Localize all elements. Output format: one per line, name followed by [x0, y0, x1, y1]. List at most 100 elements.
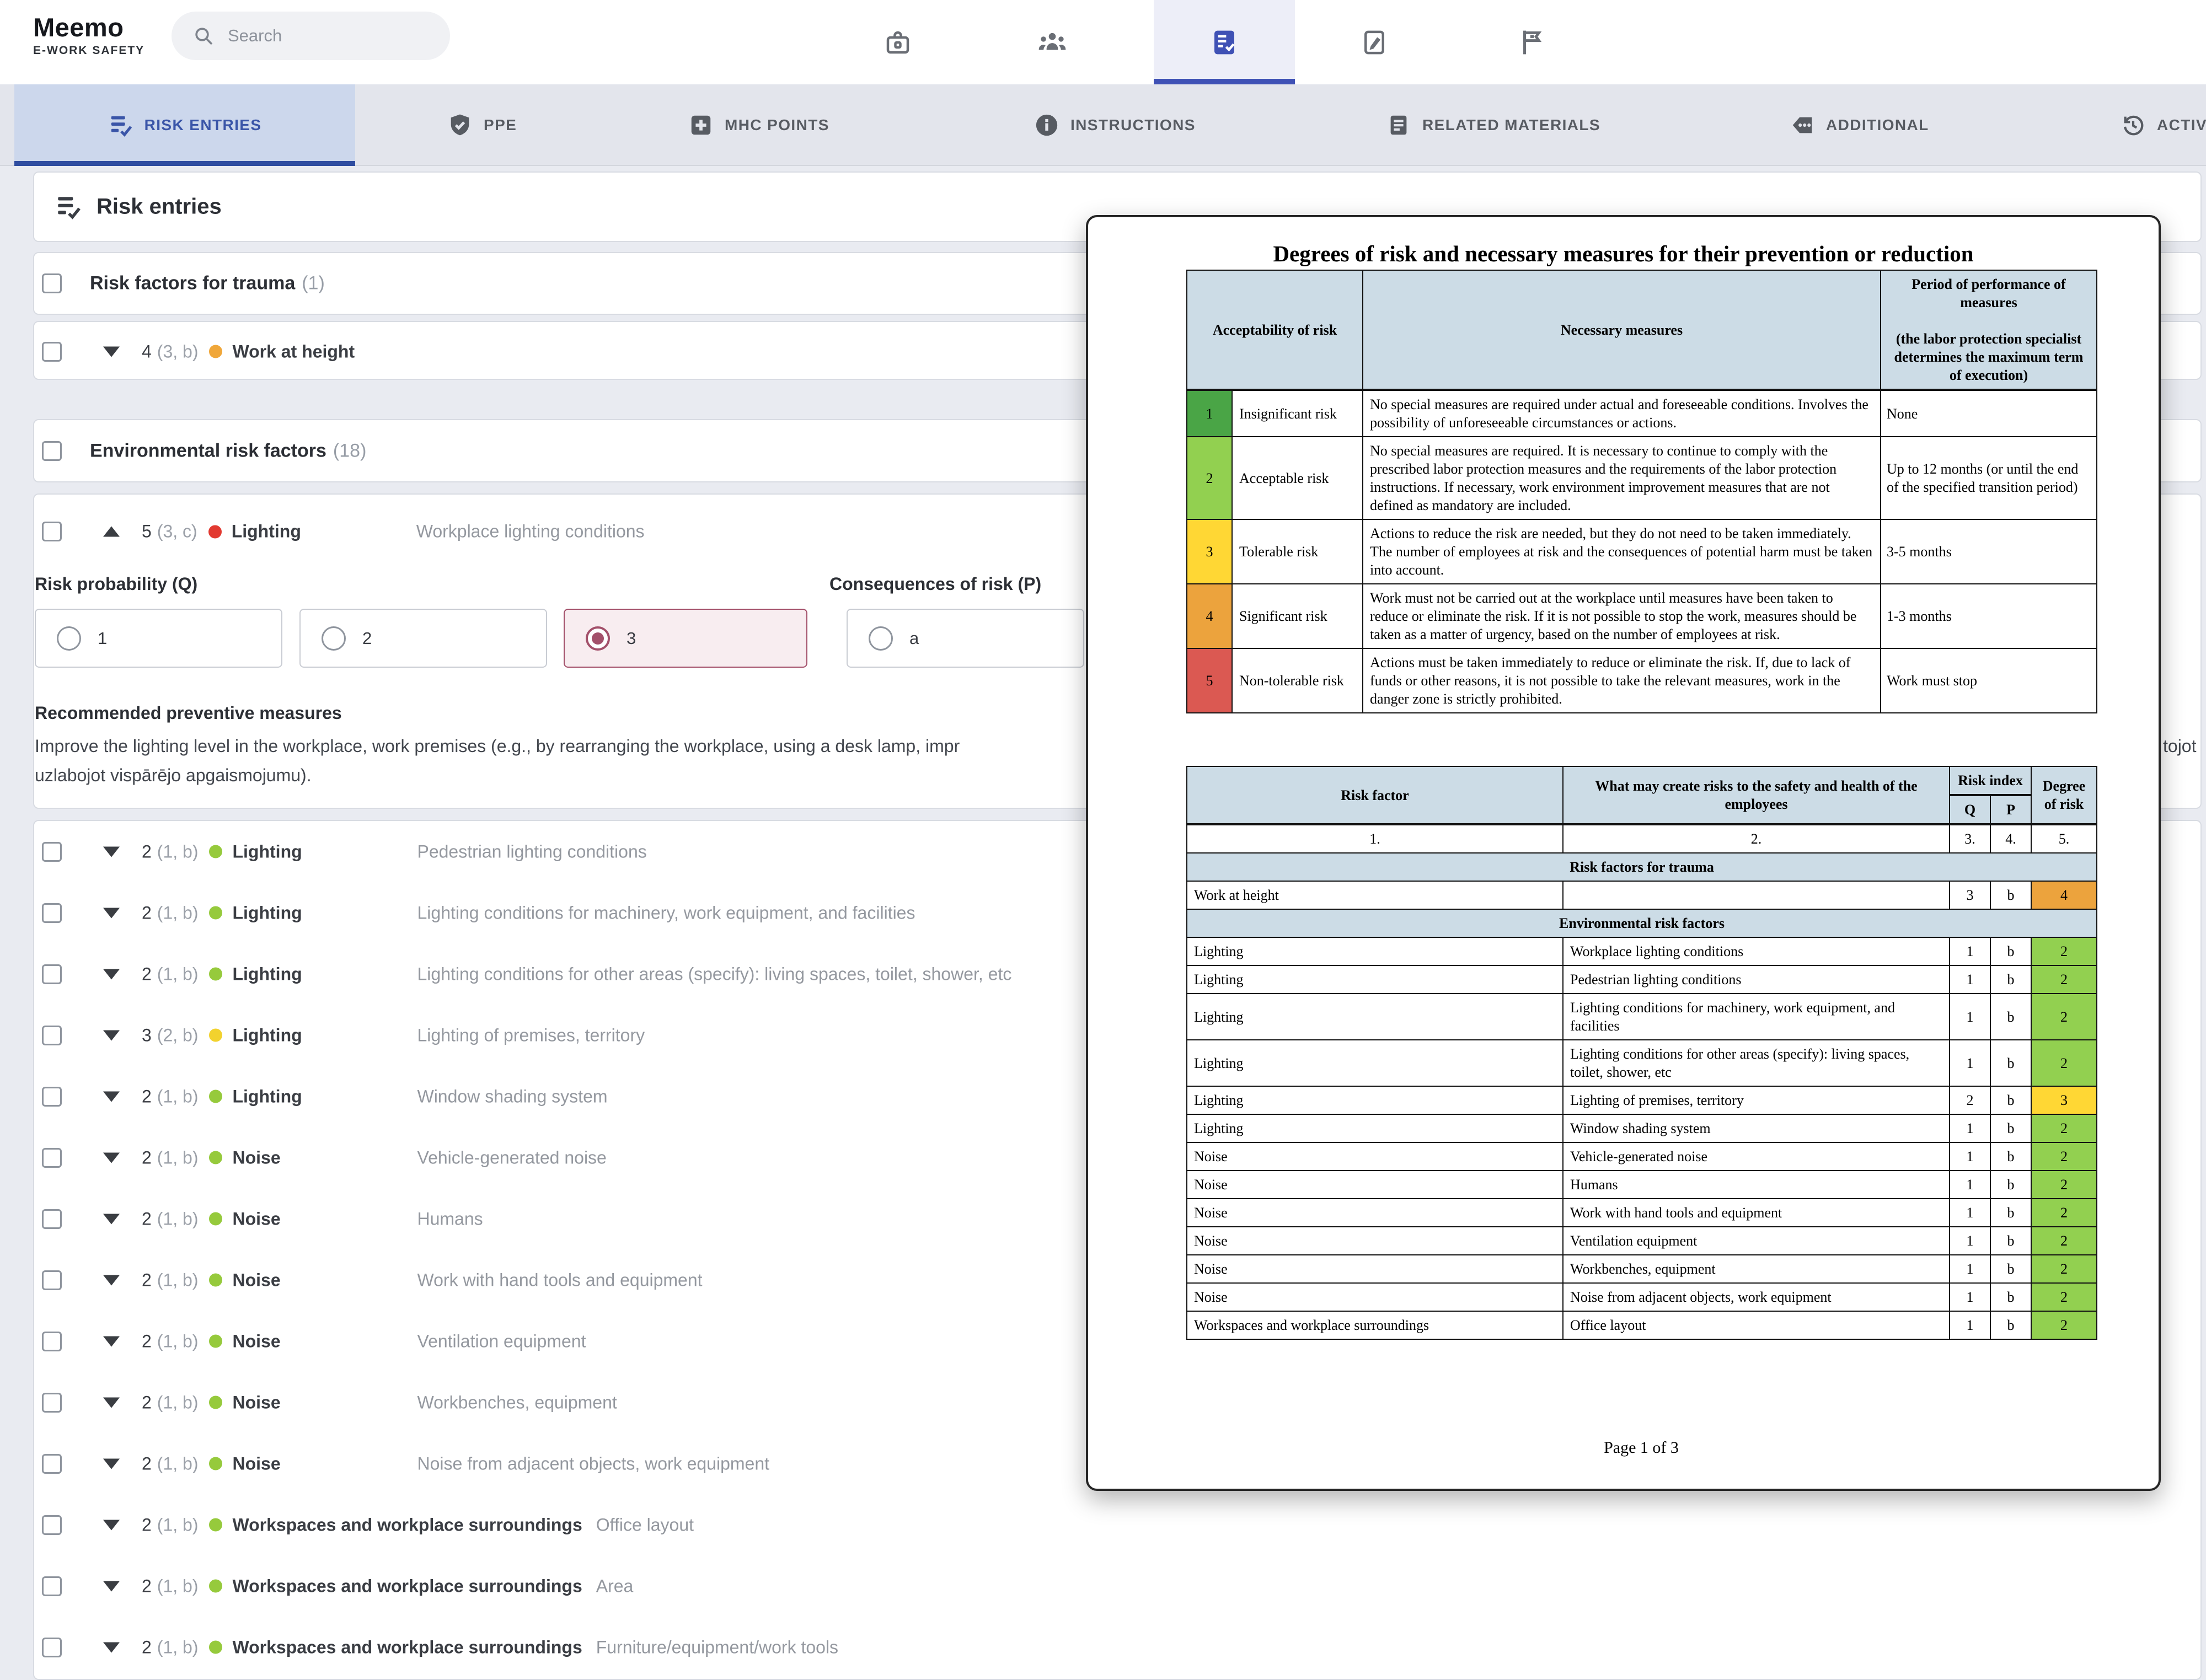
row-content: 2(1, b)NoiseWorkbenches, equipment [142, 1392, 617, 1413]
row-content: 2(1, b)LightingWindow shading system [142, 1086, 608, 1107]
tab-instructions[interactable]: INSTRUCTIONS [1034, 84, 1196, 166]
tab-ppe[interactable]: PPE [447, 84, 517, 166]
radio-icon[interactable] [57, 626, 81, 651]
list-check-icon [108, 112, 133, 138]
risk-description: Pedestrian lighting conditions [417, 841, 646, 862]
row-checkbox[interactable] [42, 1209, 62, 1229]
consequences-option-a[interactable]: a [847, 609, 1084, 668]
expand-arrow-icon[interactable] [103, 1458, 120, 1469]
expand-arrow-icon[interactable] [103, 1336, 120, 1346]
factor-row: NoiseWorkbenches, equipment1b2 [1187, 1255, 2097, 1283]
risk-index: (1, b) [157, 1331, 199, 1351]
t1-header-period: Period of performance of measures (the l… [1881, 270, 2097, 390]
p-cell: b [1990, 1199, 2031, 1227]
row-checkbox[interactable] [42, 1576, 62, 1596]
degree-measures-cell: No special measures are required. It is … [1363, 437, 1881, 519]
nav-flag-button[interactable] [1461, 0, 1603, 84]
row-checkbox[interactable] [42, 903, 62, 923]
group-trauma-title: Risk factors for trauma(1) [90, 273, 325, 294]
degree-name-cell: Insignificant risk [1232, 390, 1363, 437]
status-dot [209, 906, 222, 920]
q-cell: 1 [1950, 1255, 1990, 1283]
risk-probability-option-1[interactable]: 1 [35, 609, 282, 668]
nav-people-button[interactable] [982, 0, 1123, 84]
row-content: 2(1, b)Workspaces and workplace surround… [142, 1515, 694, 1535]
row-checkbox[interactable] [42, 1638, 62, 1657]
risk-probability-option-2[interactable]: 2 [299, 609, 547, 668]
what-cell: Vehicle-generated noise [1563, 1142, 1950, 1171]
risk-entry-row[interactable]: 2(1, b)Workspaces and workplace surround… [34, 1555, 2200, 1617]
tab-related-materials[interactable]: RELATED MATERIALS [1386, 84, 1600, 166]
row-checkbox[interactable] [42, 842, 62, 862]
expand-arrow-icon[interactable] [103, 1214, 120, 1224]
row-checkbox[interactable] [42, 1332, 62, 1351]
risk-entry-row[interactable]: 2(1, b)Workspaces and workplace surround… [34, 1617, 2200, 1678]
group-environmental-checkbox[interactable] [42, 441, 62, 461]
tab-mhc-points[interactable]: MHC POINTS [688, 84, 829, 166]
risk-entry-row[interactable]: 2(1, b)Workspaces and workplace surround… [34, 1494, 2200, 1555]
expand-arrow-icon[interactable] [103, 1581, 120, 1591]
people-icon [1037, 28, 1067, 57]
factor-row: LightingLighting conditions for machiner… [1187, 994, 2097, 1040]
expand-arrow-icon[interactable] [103, 346, 120, 357]
row-content: 2(1, b)LightingLighting conditions for m… [142, 903, 915, 923]
expand-arrow-icon[interactable] [103, 969, 120, 979]
risk-category: Noise [232, 1147, 403, 1168]
expand-arrow-icon[interactable] [103, 1397, 120, 1408]
radio-icon[interactable] [586, 626, 610, 651]
row-checkbox[interactable] [42, 1270, 62, 1290]
p-cell: b [1990, 994, 2031, 1040]
nav-note-button[interactable] [1304, 0, 1445, 84]
row-checkbox[interactable] [42, 1148, 62, 1168]
row-checkbox[interactable] [42, 1026, 62, 1045]
nav-briefcase-button[interactable] [827, 0, 968, 84]
row-checkbox[interactable] [42, 1087, 62, 1107]
expand-arrow-icon[interactable] [103, 846, 120, 857]
radio-icon[interactable] [322, 626, 346, 651]
row-checkbox[interactable] [42, 522, 62, 541]
risk-description: Workplace lighting conditions [416, 522, 645, 542]
row-content: 2(1, b)NoiseVehicle-generated noise [142, 1147, 607, 1168]
section-row: Environmental risk factors [1187, 909, 2097, 937]
row-checkbox[interactable] [42, 1393, 62, 1413]
expand-arrow-icon[interactable] [103, 1030, 120, 1040]
risk-probability-option-3-selected[interactable]: 3 [564, 609, 807, 668]
status-dot [209, 1274, 222, 1287]
risk-category: Noise [232, 1392, 403, 1413]
history-icon [2121, 112, 2146, 138]
search-input[interactable]: Search [172, 12, 450, 60]
degree-period-cell: 3-5 months [1881, 519, 2097, 584]
row-checkbox[interactable] [42, 1515, 62, 1535]
degree-cell: 4 [2031, 881, 2097, 909]
group-trauma-checkbox[interactable] [42, 273, 62, 293]
degree-period-cell: Up to 12 months (or until the end of the… [1881, 437, 2097, 519]
document-title: Degrees of risk and necessary measures f… [1088, 240, 2159, 267]
factor-row: NoiseNoise from adjacent objects, work e… [1187, 1283, 2097, 1311]
expand-arrow-icon[interactable] [103, 1520, 120, 1530]
radio-label: 3 [627, 629, 636, 648]
tab-risk-entries[interactable]: RISK ENTRIES [14, 84, 355, 166]
row-checkbox[interactable] [42, 964, 62, 984]
degree-cell: 2 [2031, 1227, 2097, 1255]
collapse-arrow-icon[interactable] [103, 527, 120, 537]
row-checkbox[interactable] [42, 1454, 62, 1474]
p-cell: b [1990, 1255, 2031, 1283]
expand-arrow-icon[interactable] [103, 908, 120, 918]
row-checkbox[interactable] [42, 342, 62, 362]
tab-additional[interactable]: ADDITIONAL [1790, 84, 1929, 166]
degree-cell: 2 [2031, 1040, 2097, 1086]
nav-tasks-button[interactable] [1154, 0, 1295, 84]
row-content: 2(1, b)LightingLighting conditions for o… [142, 964, 1011, 984]
status-dot [209, 1151, 222, 1164]
expand-arrow-icon[interactable] [103, 1275, 120, 1285]
degree-cell: 2 [2031, 1283, 2097, 1311]
q-cell: 2 [1950, 1086, 1990, 1114]
risk-index: (1, b) [157, 1453, 199, 1474]
expand-arrow-icon[interactable] [103, 1152, 120, 1163]
app-header: Meemo E-WORK SAFETY Search [0, 0, 2206, 84]
expand-arrow-icon[interactable] [103, 1642, 120, 1652]
expand-arrow-icon[interactable] [103, 1091, 120, 1102]
tab-activity[interactable]: ACTIVITY [2121, 84, 2206, 166]
radio-icon[interactable] [869, 626, 893, 651]
degree-level-cell: 5 [1187, 648, 1232, 713]
